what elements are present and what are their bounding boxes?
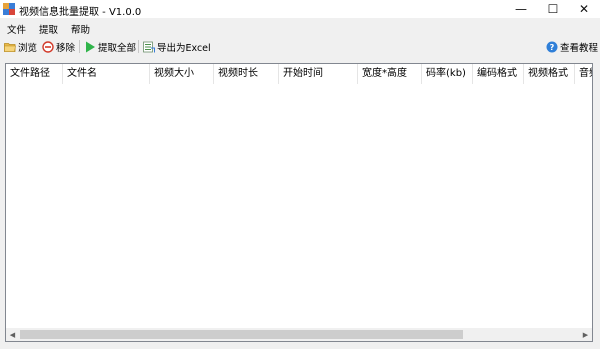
export-icon bbox=[143, 41, 155, 53]
toolbar-separator bbox=[138, 40, 139, 53]
horizontal-scrollbar[interactable]: ◀ ▶ bbox=[6, 328, 592, 341]
scroll-left-icon[interactable]: ◀ bbox=[6, 328, 19, 341]
column-header-file-path[interactable]: 文件路径 bbox=[6, 64, 63, 84]
list-header: 文件路径 文件名 视频大小 视频时长 开始时间 宽度*高度 码率(kb) 编码格… bbox=[6, 64, 592, 85]
column-header-audio[interactable]: 音频 bbox=[575, 64, 592, 84]
remove-icon bbox=[42, 41, 54, 53]
toolbar-separator bbox=[79, 40, 80, 53]
column-header-video-duration[interactable]: 视频时长 bbox=[214, 64, 279, 84]
folder-icon bbox=[4, 43, 16, 52]
app-icon bbox=[3, 3, 15, 15]
close-button[interactable]: ✕ bbox=[568, 0, 600, 18]
column-header-start-time[interactable]: 开始时间 bbox=[279, 64, 358, 84]
toolbar: 浏览 移除 提取全部 导出为Excel ? 查看教程 bbox=[0, 36, 600, 58]
remove-button[interactable]: 移除 bbox=[42, 39, 75, 55]
menu-file[interactable]: 文件 bbox=[7, 22, 26, 36]
tutorial-label: 查看教程 bbox=[560, 43, 599, 54]
column-header-resolution[interactable]: 宽度*高度 bbox=[358, 64, 422, 84]
browse-label: 浏览 bbox=[18, 43, 38, 54]
title-bar: 视频信息批量提取 - V1.0.0 — ☐ ✕ bbox=[0, 0, 600, 18]
export-excel-button[interactable]: 导出为Excel bbox=[143, 39, 211, 55]
play-icon bbox=[86, 41, 95, 53]
window-title: 视频信息批量提取 - V1.0.0 bbox=[19, 7, 142, 18]
column-header-codec[interactable]: 编码格式 bbox=[473, 64, 524, 84]
menu-extract[interactable]: 提取 bbox=[39, 22, 58, 36]
maximize-button[interactable]: ☐ bbox=[537, 0, 569, 18]
scroll-right-icon[interactable]: ▶ bbox=[579, 328, 592, 341]
column-header-video-size[interactable]: 视频大小 bbox=[150, 64, 214, 84]
minimize-button[interactable]: — bbox=[505, 0, 537, 18]
export-excel-label: 导出为Excel bbox=[157, 43, 211, 54]
column-header-video-format[interactable]: 视频格式 bbox=[524, 64, 575, 84]
file-list[interactable]: 文件路径 文件名 视频大小 视频时长 开始时间 宽度*高度 码率(kb) 编码格… bbox=[5, 63, 593, 342]
column-header-bitrate[interactable]: 码率(kb) bbox=[422, 64, 473, 84]
remove-label: 移除 bbox=[56, 43, 76, 54]
column-header-file-name[interactable]: 文件名 bbox=[63, 64, 150, 84]
help-icon: ? bbox=[546, 41, 558, 53]
browse-button[interactable]: 浏览 bbox=[4, 39, 37, 55]
tutorial-button[interactable]: ? 查看教程 bbox=[546, 39, 598, 55]
menu-help[interactable]: 帮助 bbox=[71, 22, 90, 36]
scrollbar-thumb[interactable] bbox=[20, 330, 463, 339]
menu-bar: 文件 提取 帮助 bbox=[0, 19, 600, 36]
svg-text:?: ? bbox=[550, 43, 555, 52]
extract-all-button[interactable]: 提取全部 bbox=[84, 39, 136, 55]
extract-all-label: 提取全部 bbox=[98, 43, 137, 54]
